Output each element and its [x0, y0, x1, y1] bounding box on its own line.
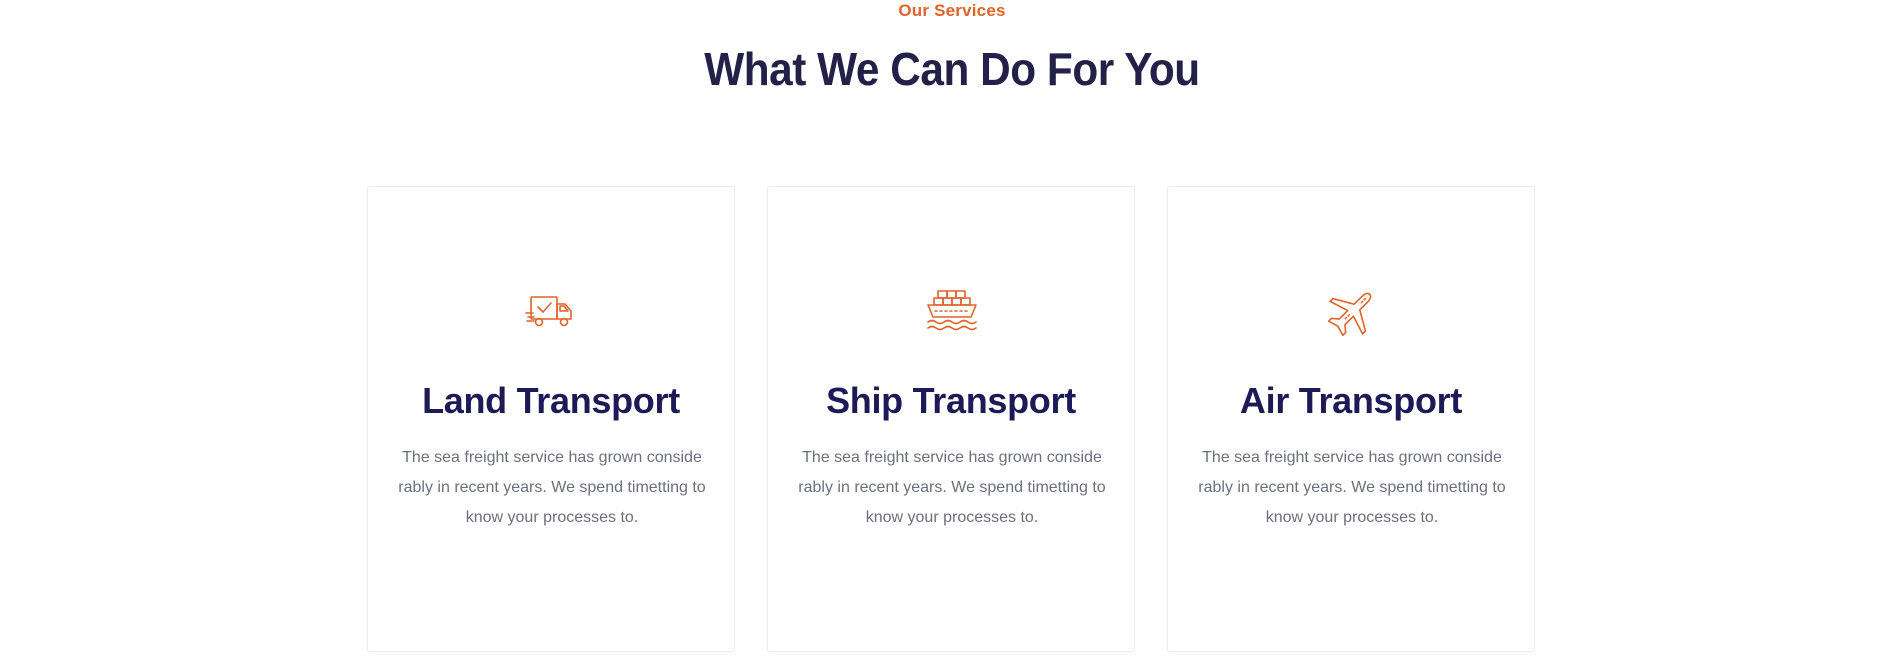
- card-title: Air Transport: [1239, 380, 1463, 421]
- service-card-land[interactable]: Land Transport The sea freight service h…: [367, 186, 735, 652]
- card-description: The sea freight service has grown consid…: [798, 449, 1106, 526]
- card-title: Land Transport: [422, 380, 680, 421]
- card-description: The sea freight service has grown consid…: [398, 449, 706, 526]
- card-description: The sea freight service has grown consid…: [1198, 449, 1506, 526]
- ship-icon: [925, 285, 979, 339]
- section-heading: What We Can Do For You: [704, 43, 1200, 95]
- truck-icon: [525, 285, 579, 339]
- card-title: Ship Transport: [826, 380, 1076, 421]
- service-card-air[interactable]: Air Transport The sea freight service ha…: [1167, 186, 1535, 652]
- section-eyebrow: Our Services: [898, 1, 1006, 20]
- service-card-ship[interactable]: Ship Transport The sea freight service h…: [767, 186, 1135, 652]
- airplane-icon: [1325, 285, 1379, 339]
